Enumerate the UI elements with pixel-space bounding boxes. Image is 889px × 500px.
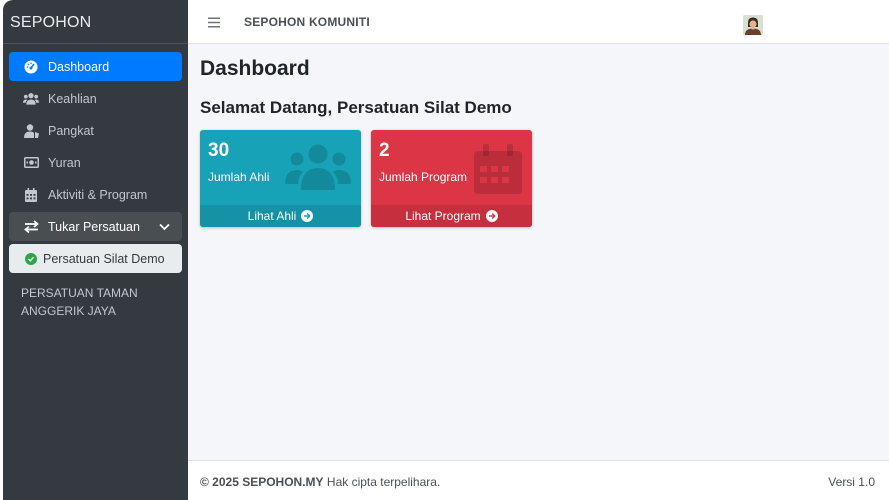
arrow-circle-right-icon	[485, 210, 498, 222]
app-title[interactable]: SEPOHON KOMUNITI	[244, 15, 370, 29]
programs-label: Jumlah Program	[379, 170, 468, 184]
sidebar-item-pangkat[interactable]: Pangkat	[9, 116, 182, 145]
chevron-down-icon	[159, 220, 170, 234]
sidebar-item-label: Aktiviti & Program	[48, 187, 148, 202]
sidebar-item-keahlian[interactable]: Keahlian	[9, 84, 182, 113]
copyright-text: © 2025 SEPOHON.MY Hak cipta terpelihara.	[200, 475, 440, 489]
user-badge-icon	[23, 123, 39, 139]
programs-count: 2	[379, 140, 390, 161]
brand-logo[interactable]: SEPOHON	[3, 0, 188, 44]
organization-name: PERSATUAN TAMAN ANGGERIK JAYA	[21, 286, 138, 318]
members-label: Jumlah Ahli	[208, 170, 270, 184]
welcome-heading: Selamat Datang, Persatuan Silat Demo	[200, 98, 512, 117]
user-avatar[interactable]	[743, 15, 763, 35]
sidebar: SEPOHON Dashboard Keahlian Pangkat Yuran	[3, 0, 188, 500]
users-icon	[285, 144, 351, 195]
exchange-icon	[23, 219, 39, 235]
calendar-icon	[23, 187, 39, 203]
sidebar-item-label: Dashboard	[48, 59, 110, 74]
sidebar-item-tukar-persatuan[interactable]: Tukar Persatuan	[9, 212, 182, 241]
users-icon	[23, 91, 39, 107]
hamburger-menu-icon[interactable]	[208, 15, 220, 28]
sidebar-item-label: Yuran	[48, 155, 81, 170]
sidebar-item-label: Pangkat	[48, 123, 94, 138]
dashboard-gauge-icon	[23, 59, 39, 75]
check-circle-icon	[25, 252, 37, 265]
sidebar-nav: Dashboard Keahlian Pangkat Yuran Aktivit…	[3, 44, 188, 273]
programs-stat-card: 2 Jumlah Program Lihat Program	[371, 130, 532, 227]
calendar-icon	[474, 144, 522, 199]
view-programs-label: Lihat Program	[405, 209, 481, 223]
sidebar-item-dashboard[interactable]: Dashboard	[9, 52, 182, 81]
members-count: 30	[208, 140, 230, 161]
copyright-brand[interactable]: © 2025 SEPOHON.MY	[200, 475, 324, 489]
money-bill-icon	[23, 155, 39, 171]
page-footer: © 2025 SEPOHON.MY Hak cipta terpelihara.…	[188, 460, 889, 500]
view-members-link[interactable]: Lihat Ahli	[200, 205, 361, 227]
version-text: Versi 1.0	[828, 475, 875, 489]
sidebar-item-aktiviti-program[interactable]: Aktiviti & Program	[9, 180, 182, 209]
view-members-label: Lihat Ahli	[247, 209, 297, 223]
sidebar-subitem-persatuan-silat-demo[interactable]: Persatuan Silat Demo	[9, 244, 182, 273]
sidebar-item-yuran[interactable]: Yuran	[9, 148, 182, 177]
copyright-rest: Hak cipta terpelihara.	[323, 475, 441, 489]
page-title: Dashboard	[200, 57, 310, 80]
view-programs-link[interactable]: Lihat Program	[371, 205, 532, 227]
arrow-circle-right-icon	[301, 210, 314, 222]
members-stat-card: 30 Jumlah Ahli Lihat Ahli	[200, 130, 361, 227]
sidebar-item-label: Tukar Persatuan	[48, 219, 140, 234]
main-content: Dashboard Selamat Datang, Persatuan Sila…	[188, 44, 889, 460]
top-navbar: SEPOHON KOMUNITI	[188, 0, 889, 44]
sidebar-subitem-label: Persatuan Silat Demo	[43, 251, 165, 266]
sidebar-item-label: Keahlian	[48, 91, 97, 106]
